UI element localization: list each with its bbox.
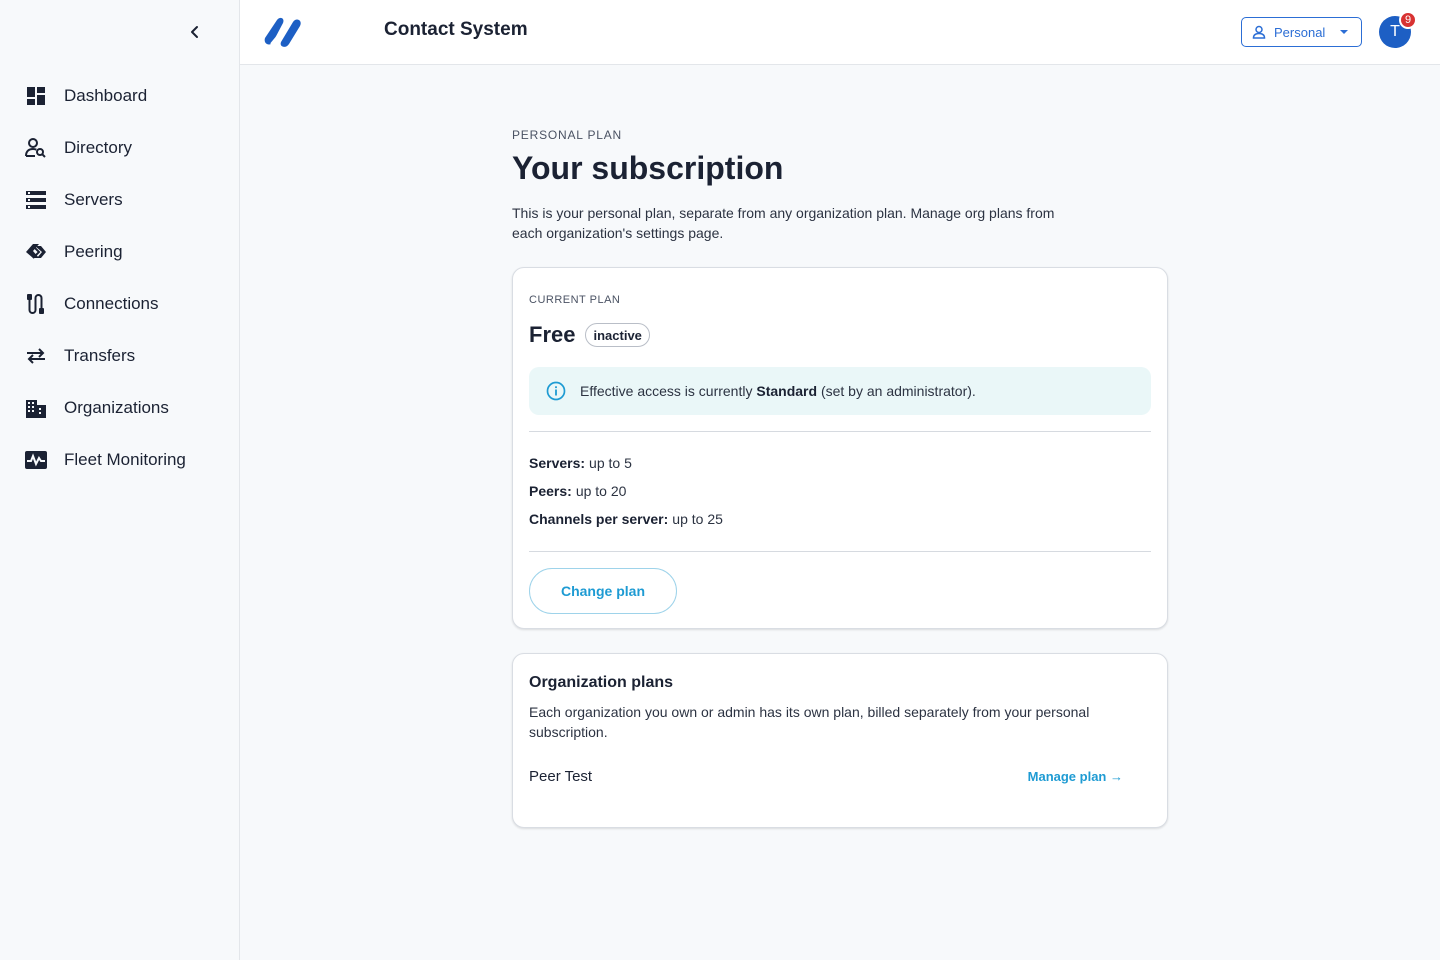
- sidebar-item-dashboard[interactable]: Dashboard: [0, 70, 239, 122]
- sidebar: Dashboard Directory Servers Peering Conn…: [0, 0, 240, 960]
- limit-label: Peers:: [529, 483, 572, 499]
- main-content: Personal plan Your subscription This is …: [512, 65, 1168, 828]
- dashboard-icon: [25, 85, 47, 107]
- limit-value: up to 20: [575, 483, 627, 499]
- sidebar-item-peering[interactable]: Peering: [0, 226, 239, 278]
- limit-peers: Peers: up to 20: [529, 477, 1151, 505]
- org-plan-row: Peer Test Manage plan →: [529, 768, 1151, 785]
- limit-value: up to 5: [589, 455, 632, 471]
- info-prefix: Effective access is currently: [580, 383, 757, 399]
- monitor-pulse-icon: [25, 449, 47, 471]
- organization-plans-card: Organization plans Each organization you…: [512, 653, 1168, 828]
- sidebar-item-label: Fleet Monitoring: [64, 450, 186, 469]
- sidebar-item-connections[interactable]: Connections: [0, 278, 239, 330]
- page-eyebrow: Personal plan: [512, 128, 622, 142]
- sidebar-item-servers[interactable]: Servers: [0, 174, 239, 226]
- connections-icon: [25, 293, 47, 315]
- notification-badge: 9: [1399, 11, 1417, 29]
- chevron-left-icon: [191, 26, 198, 38]
- current-plan-card: Current plan Free inactive Effective acc…: [512, 267, 1168, 629]
- app-title: Contact System: [384, 19, 528, 40]
- person-icon: [1252, 25, 1266, 39]
- info-suffix: (set by an administrator).: [817, 383, 976, 399]
- change-plan-button[interactable]: Change plan: [529, 568, 677, 614]
- effective-access-level: Standard: [756, 383, 818, 399]
- top-bar: Contact System Personal T 9: [240, 0, 1440, 65]
- sidebar-item-label: Transfers: [64, 346, 136, 365]
- divider: [529, 551, 1151, 552]
- limit-label: Servers:: [529, 455, 586, 471]
- context-selector[interactable]: Personal: [1241, 17, 1362, 47]
- limit-value: up to 25: [672, 511, 723, 527]
- peering-icon: [25, 241, 47, 263]
- plan-limits: Servers: up to 5 Peers: up to 20 Channels …: [529, 432, 1151, 551]
- transfer-arrows-icon: [25, 345, 47, 367]
- plan-name: Free: [529, 322, 576, 347]
- building-icon: [25, 397, 47, 419]
- limit-channels: Channels per server: up to 25: [529, 505, 1151, 533]
- sidebar-item-label: Connections: [64, 294, 159, 313]
- page-description: This is your personal plan, separate fro…: [512, 205, 1055, 241]
- caret-down-icon: [1340, 30, 1348, 34]
- server-list-icon: [25, 189, 47, 211]
- status-badge: inactive: [585, 323, 650, 347]
- sidebar-item-label: Peering: [64, 242, 123, 261]
- current-plan-eyebrow: Current plan: [529, 294, 621, 306]
- effective-access-text: Effective access is currently Standard (…: [580, 383, 976, 399]
- manage-plan-link[interactable]: Manage plan →: [1028, 769, 1123, 784]
- sidebar-item-label: Servers: [64, 190, 123, 209]
- sidebar-item-transfers[interactable]: Transfers: [0, 330, 239, 382]
- limit-servers: Servers: up to 5: [529, 449, 1151, 477]
- sidebar-item-label: Organizations: [64, 398, 169, 417]
- sidebar-item-directory[interactable]: Directory: [0, 122, 239, 174]
- context-selector-label: Personal: [1274, 24, 1326, 40]
- page-title: Your subscription: [512, 150, 784, 186]
- collapse-sidebar-button[interactable]: [183, 20, 207, 44]
- person-search-icon: [25, 137, 47, 159]
- sidebar-item-fleet-monitoring[interactable]: Fleet Monitoring: [0, 434, 239, 486]
- plan-name-row: Free inactive: [529, 322, 1151, 348]
- limit-label: Channels per server:: [529, 511, 669, 527]
- sidebar-item-label: Directory: [64, 138, 133, 157]
- sidebar-item-label: Dashboard: [64, 86, 148, 105]
- effective-access-banner: Effective access is currently Standard (…: [529, 367, 1151, 415]
- org-name: Peer Test: [529, 768, 593, 785]
- info-icon: [546, 381, 566, 401]
- app-logo[interactable]: [263, 14, 305, 50]
- sidebar-item-organizations[interactable]: Organizations: [0, 382, 239, 434]
- organization-plans-title: Organization plans: [529, 674, 674, 691]
- sidebar-nav: Dashboard Directory Servers Peering Conn…: [0, 70, 239, 486]
- organization-plans-description: Each organization you own or admin has i…: [529, 704, 1090, 740]
